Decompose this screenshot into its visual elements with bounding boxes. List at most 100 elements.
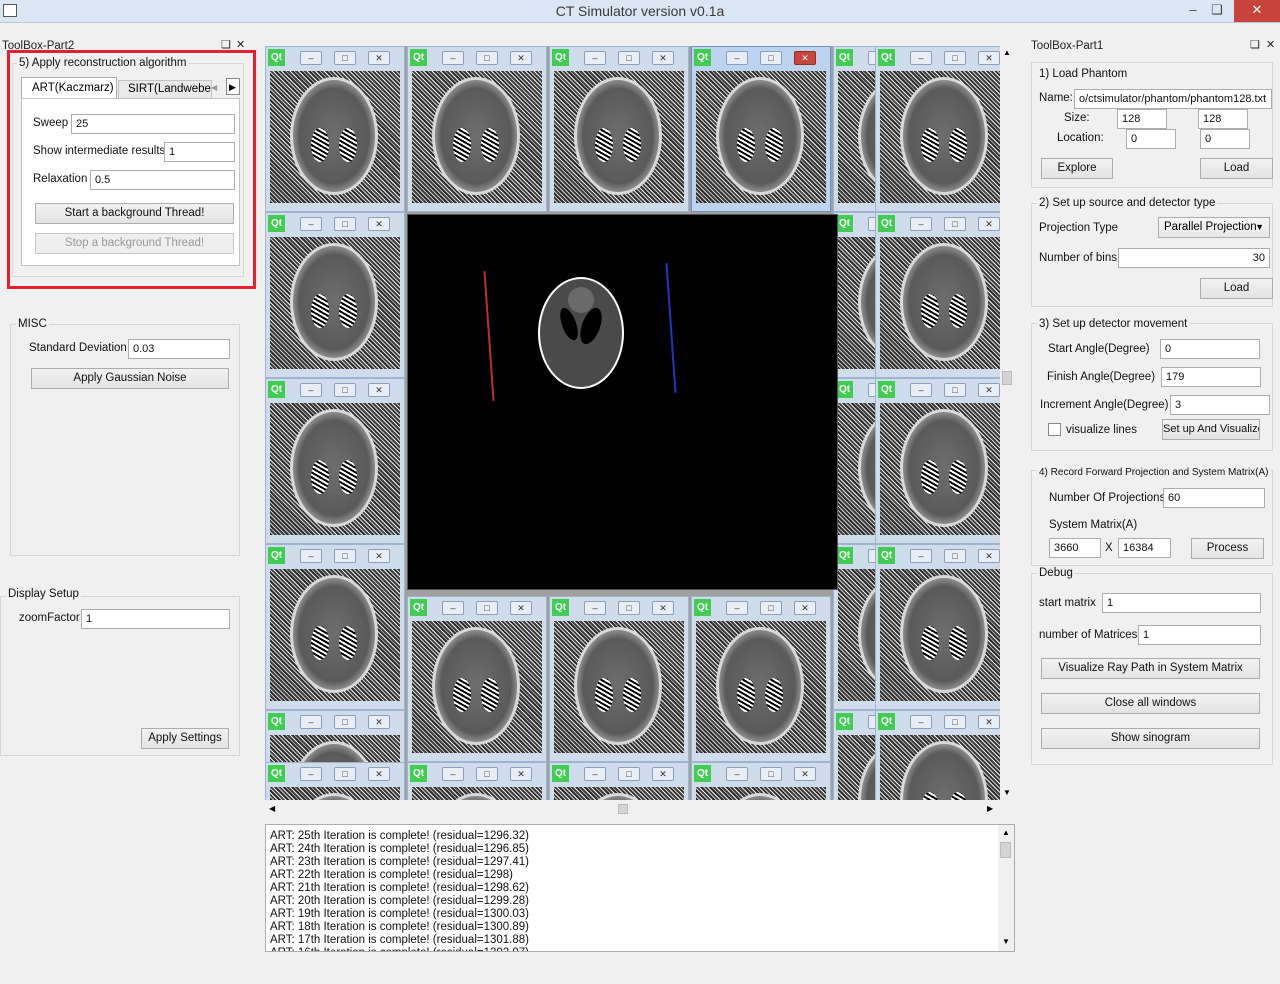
phantom-subwindow[interactable]: Qt –□ ✕	[875, 212, 1000, 378]
horizontal-scroll-thumb[interactable]	[618, 804, 628, 814]
reconstruction-view[interactable]	[407, 214, 838, 590]
close-all-windows-button[interactable]: Close all windows	[1041, 693, 1260, 714]
phantom-subwindow[interactable]: Qt –□ ✕	[265, 544, 405, 710]
subwindow-minimize-icon[interactable]: –	[300, 217, 322, 231]
close-button[interactable]: ✕	[1234, 0, 1280, 22]
std-dev-input[interactable]: 0.03	[128, 339, 230, 359]
matrix-cols-input[interactable]: 16384	[1118, 538, 1171, 558]
load-source-button[interactable]: Load	[1200, 278, 1273, 299]
subwindow-minimize-icon[interactable]: –	[726, 767, 748, 781]
zoom-factor-input[interactable]: 1	[81, 609, 230, 629]
subwindow-close-icon[interactable]: ✕	[510, 767, 532, 781]
subwindow-close-icon[interactable]: ✕	[368, 549, 390, 563]
visualize-ray-path-button[interactable]: Visualize Ray Path in System Matrix	[1041, 658, 1260, 679]
log-scroll-thumb[interactable]	[1000, 842, 1011, 858]
phantom-subwindow[interactable]: Qt –□ ✕	[549, 762, 689, 800]
subwindow-minimize-icon[interactable]: –	[910, 383, 932, 397]
subwindow-close-icon[interactable]: ✕	[368, 217, 390, 231]
scroll-left-icon[interactable]: ◀	[269, 804, 275, 813]
load-phantom-button[interactable]: Load	[1200, 158, 1273, 179]
subwindow-restore-icon[interactable]: □	[334, 549, 356, 563]
phantom-subwindow[interactable]: Qt –□ ✕	[407, 762, 547, 800]
dock-close-icon[interactable]: ✕	[1266, 38, 1275, 51]
log-scroll-down-icon[interactable]: ▼	[1002, 937, 1010, 946]
bins-input[interactable]: 30	[1118, 248, 1270, 268]
increment-angle-input[interactable]: 3	[1170, 395, 1270, 415]
phantom-subwindow[interactable]: Qt –□ ✕	[875, 544, 1000, 710]
subwindow-minimize-icon[interactable]: –	[442, 51, 464, 65]
phantom-subwindow[interactable]: Qt –□ ✕	[407, 46, 547, 212]
phantom-subwindow[interactable]: Qt –□ ✕	[875, 46, 1000, 212]
subwindow-minimize-icon[interactable]: –	[910, 51, 932, 65]
subwindow-restore-icon[interactable]: □	[618, 767, 640, 781]
subwindow-restore-icon[interactable]: □	[334, 715, 356, 729]
subwindow-close-icon[interactable]: ✕	[978, 715, 1000, 729]
subwindow-restore-icon[interactable]: □	[944, 217, 966, 231]
subwindow-close-icon[interactable]: ✕	[652, 767, 674, 781]
subwindow-restore-icon[interactable]: □	[944, 51, 966, 65]
phantom-subwindow[interactable]: Qt –□ ✕	[691, 46, 831, 212]
subwindow-restore-icon[interactable]: □	[334, 217, 356, 231]
subwindow-restore-icon[interactable]: □	[944, 549, 966, 563]
start-angle-input[interactable]: 0	[1160, 339, 1260, 359]
subwindow-restore-icon[interactable]: □	[944, 715, 966, 729]
subwindow-restore-icon[interactable]: □	[334, 767, 356, 781]
subwindow-minimize-icon[interactable]: –	[910, 217, 932, 231]
subwindow-close-icon[interactable]: ✕	[652, 51, 674, 65]
phantom-subwindow[interactable]: Qt –□ ✕	[691, 596, 831, 762]
subwindow-minimize-icon[interactable]: –	[300, 51, 322, 65]
phantom-subwindow[interactable]: Qt –□ ✕	[691, 762, 831, 800]
subwindow-close-icon[interactable]: ✕	[510, 601, 532, 615]
phantom-subwindow[interactable]: Qt –□ ✕	[265, 46, 405, 212]
size-width-input[interactable]: 128	[1117, 109, 1167, 129]
num-projections-input[interactable]: 60	[1163, 488, 1265, 508]
subwindow-restore-icon[interactable]: □	[944, 383, 966, 397]
mdi-vertical-scrollbar[interactable]: ▲ ▼	[1000, 46, 1015, 800]
subwindow-minimize-icon[interactable]: –	[726, 601, 748, 615]
log-output[interactable]: ART: 25th Iteration is complete! (residu…	[265, 824, 1015, 952]
start-matrix-input[interactable]: 1	[1102, 593, 1261, 613]
show-sinogram-button[interactable]: Show sinogram	[1041, 728, 1260, 749]
finish-angle-input[interactable]: 179	[1161, 367, 1261, 387]
subwindow-minimize-icon[interactable]: –	[584, 767, 606, 781]
subwindow-close-icon[interactable]: ✕	[978, 51, 1000, 65]
subwindow-restore-icon[interactable]: □	[334, 51, 356, 65]
phantom-subwindow[interactable]: Qt –□ ✕	[549, 46, 689, 212]
subwindow-close-icon[interactable]: ✕	[794, 51, 816, 65]
location-y-input[interactable]: 0	[1200, 129, 1250, 149]
location-x-input[interactable]: 0	[1126, 129, 1176, 149]
phantom-subwindow[interactable]: Qt –□ ✕	[265, 762, 405, 800]
visualize-lines-checkbox[interactable]	[1048, 423, 1061, 436]
dock-float-icon[interactable]: ❏	[1250, 38, 1260, 51]
projection-type-select[interactable]: Parallel Projection ▼	[1158, 217, 1270, 238]
subwindow-minimize-icon[interactable]: –	[584, 51, 606, 65]
apply-noise-button[interactable]: Apply Gaussian Noise	[31, 368, 229, 389]
mdi-horizontal-scrollbar[interactable]: ◀ ▶	[265, 802, 1000, 817]
subwindow-close-icon[interactable]: ✕	[652, 601, 674, 615]
subwindow-minimize-icon[interactable]: –	[442, 767, 464, 781]
size-height-input[interactable]: 128	[1198, 109, 1248, 129]
setup-visualize-button[interactable]: Set up And Visualize	[1162, 419, 1260, 440]
phantom-path-input[interactable]: o/ctsimulator/phantom/phantom128.txt	[1074, 89, 1272, 109]
matrix-rows-input[interactable]: 3660	[1049, 538, 1101, 558]
subwindow-close-icon[interactable]: ✕	[978, 217, 1000, 231]
subwindow-close-icon[interactable]: ✕	[368, 51, 390, 65]
phantom-subwindow[interactable]: Qt –□ ✕	[265, 212, 405, 378]
process-button[interactable]: Process	[1191, 538, 1264, 559]
subwindow-minimize-icon[interactable]: –	[300, 383, 322, 397]
log-scrollbar[interactable]: ▲ ▼	[998, 825, 1014, 951]
apply-settings-button[interactable]: Apply Settings	[141, 728, 229, 749]
subwindow-restore-icon[interactable]: □	[618, 601, 640, 615]
phantom-subwindow[interactable]: Qt –□ ✕	[549, 596, 689, 762]
subwindow-restore-icon[interactable]: □	[476, 601, 498, 615]
scroll-right-icon[interactable]: ▶	[987, 804, 993, 813]
subwindow-minimize-icon[interactable]: –	[910, 549, 932, 563]
subwindow-close-icon[interactable]: ✕	[794, 767, 816, 781]
subwindow-restore-icon[interactable]: □	[476, 767, 498, 781]
num-matrices-input[interactable]: 1	[1138, 625, 1261, 645]
subwindow-restore-icon[interactable]: □	[760, 767, 782, 781]
vertical-scroll-thumb[interactable]	[1002, 371, 1012, 385]
subwindow-close-icon[interactable]: ✕	[368, 383, 390, 397]
log-scroll-up-icon[interactable]: ▲	[1002, 828, 1010, 837]
phantom-subwindow[interactable]: Qt –□ ✕	[875, 378, 1000, 544]
